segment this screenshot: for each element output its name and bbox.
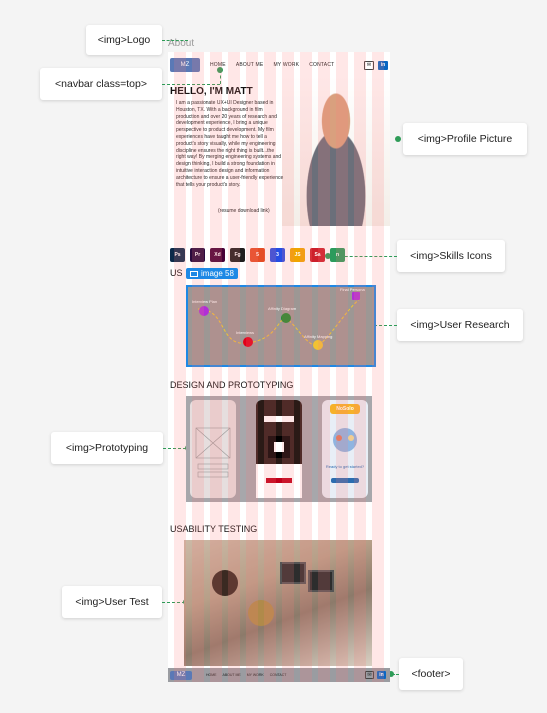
skill-icon: Xd <box>210 248 225 262</box>
top-navbar: MZ HOME ABOUT ME MY WORK CONTACT ✉ in <box>170 58 388 72</box>
nav-link-contact[interactable]: CONTACT <box>309 62 334 68</box>
annotation-anchor <box>395 136 401 142</box>
usability-testing-title: USABILITY TESTING <box>170 524 258 534</box>
annotation-prototyping: <img>Prototyping <box>51 432 163 464</box>
map-label-interviews: Interviews <box>236 330 254 335</box>
hero-heading: HELLO, I'M MATT <box>170 86 253 97</box>
user-research-image[interactable]: Interview Plan Interviews Affinity Diagr… <box>186 285 376 367</box>
footer-link-work[interactable]: MY WORK <box>247 673 264 677</box>
annotation-navbar: <navbar class=top> <box>40 68 162 100</box>
skill-icon: Ps <box>170 248 185 262</box>
person-head-shape <box>248 600 274 626</box>
monitor-shape <box>280 562 306 584</box>
annotation-skills: <img>Skills Icons <box>397 240 505 272</box>
frame-icon <box>190 270 198 277</box>
annotation-connector <box>374 325 397 326</box>
affinity-mapping-pin <box>313 340 323 350</box>
nav-link-work[interactable]: MY WORK <box>273 62 299 68</box>
annotation-footer: <footer> <box>399 658 463 690</box>
annotation-profile: <img>Profile Picture <box>403 123 527 155</box>
linkedin-icon[interactable]: in <box>378 60 388 70</box>
map-label-interview-plan: Interview Plan <box>192 299 217 304</box>
nosolo-cta-text: Ready to get started? <box>325 464 365 469</box>
annotation-logo: <img>Logo <box>86 25 162 55</box>
mail-icon[interactable]: ✉ <box>365 671 374 679</box>
research-journey-svg: Interview Plan Interviews Affinity Diagr… <box>192 287 365 350</box>
user-research-title: US <box>170 268 183 278</box>
interview-plan-pin <box>199 306 209 316</box>
annotation-connector <box>163 448 186 449</box>
logo-image[interactable]: MZ <box>170 58 200 72</box>
skill-icon: Pr <box>190 248 205 262</box>
skill-icon: JS <box>290 248 305 262</box>
wireframe-screen <box>190 400 236 498</box>
skill-icon: n <box>330 248 345 262</box>
mail-icon[interactable]: ✉ <box>364 60 374 70</box>
affinity-diagram-pin <box>281 313 291 323</box>
skill-icon: 5 <box>250 248 265 262</box>
nosolo-illustration <box>331 428 359 483</box>
about-page-frame: MZ HOME ABOUT ME MY WORK CONTACT ✉ in HE… <box>168 52 390 682</box>
map-label-final-persona: Final Persona <box>340 287 365 292</box>
dark-mockup-art <box>256 416 302 498</box>
footer-link-about[interactable]: ABOUT ME <box>223 673 241 677</box>
footer-link-home[interactable]: HOME <box>206 673 217 677</box>
selection-badge-label: image 58 <box>201 269 234 278</box>
annotation-user-test: <img>User Test <box>62 586 162 618</box>
nav-link-home[interactable]: HOME <box>210 62 226 68</box>
design-prototyping-title: DESIGN AND PROTOTYPING <box>170 380 294 390</box>
wireframe-sketch <box>195 427 231 478</box>
profile-picture <box>282 76 390 226</box>
dark-mockup-screen <box>256 400 302 498</box>
nav-link-about[interactable]: ABOUT ME <box>236 62 264 68</box>
prototyping-image[interactable]: NoSolo Ready to get started? <box>186 396 372 502</box>
skill-icon: 3 <box>270 248 285 262</box>
map-label-affinity-mapping: Affinity Mapping <box>304 334 332 339</box>
page-footer: MZ HOME ABOUT ME MY WORK CONTACT ✉ in <box>168 668 390 682</box>
map-label-affinity-diagram: Affinity Diagram <box>268 306 297 311</box>
annotation-connector <box>162 84 220 85</box>
annotation-connector <box>162 40 188 41</box>
footer-logo[interactable]: MZ <box>170 670 192 680</box>
annotation-research: <img>User Research <box>397 309 523 341</box>
footer-link-contact[interactable]: CONTACT <box>270 673 287 677</box>
resume-download-link[interactable]: (resume download link) <box>218 208 270 214</box>
final-persona-pin <box>352 292 360 300</box>
person-head-shape <box>212 570 238 596</box>
skill-icon: Fg <box>230 248 245 262</box>
annotation-connector <box>162 602 185 603</box>
skills-icons: Ps Pr Xd Fg 5 3 JS Sa n <box>170 248 388 262</box>
hero-bio: I am a passionate UX+UI Designer based i… <box>176 100 284 188</box>
interviews-pin <box>243 337 253 347</box>
selection-badge: image 58 <box>186 268 238 279</box>
monitor-shape <box>308 570 334 592</box>
skill-icon: Sa <box>310 248 325 262</box>
nosolo-app-screen: NoSolo Ready to get started? <box>322 400 368 498</box>
linkedin-icon[interactable]: in <box>377 671 386 679</box>
user-test-photo[interactable] <box>184 540 372 666</box>
